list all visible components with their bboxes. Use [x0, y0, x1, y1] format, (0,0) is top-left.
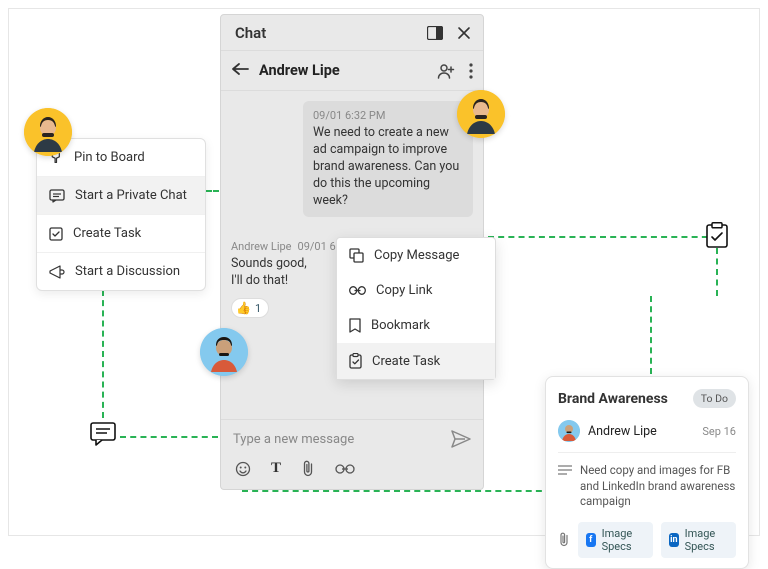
close-icon[interactable]: [457, 26, 471, 40]
chat-input-area: Type a new message T: [221, 419, 483, 489]
task-status-badge[interactable]: To Do: [693, 389, 736, 408]
menu-label: Pin to Board: [74, 150, 145, 165]
menu-item-create-task[interactable]: Create Task: [37, 214, 205, 252]
facebook-icon: f: [586, 533, 596, 547]
message-text: We need to create a new ad campaign to i…: [313, 125, 463, 209]
menu-label: Start a Discussion: [75, 264, 180, 279]
avatar: [558, 420, 580, 442]
menu-label: Copy Message: [374, 248, 459, 263]
send-icon[interactable]: [451, 430, 471, 448]
emoji-icon[interactable]: [235, 461, 251, 477]
link-icon[interactable]: [335, 464, 355, 474]
menu-label: Copy Link: [376, 283, 432, 298]
avatar: [200, 328, 248, 376]
chat-header: Andrew Lipe: [221, 51, 483, 91]
message-context-menu: Copy Message Copy Link Bookmark Create T…: [336, 237, 496, 380]
message-timestamp: 09/01 6:32 PM: [313, 109, 463, 122]
connector: [242, 490, 552, 492]
attachment-icon[interactable]: [301, 460, 315, 477]
task-description: Need copy and images for FB and LinkedIn…: [580, 463, 736, 510]
connector: [120, 436, 218, 438]
connector: [716, 248, 718, 296]
task-card[interactable]: Brand Awareness To Do Andrew Lipe Sep 16…: [545, 376, 749, 569]
linkedin-icon: in: [669, 533, 679, 547]
message-bubble-1[interactable]: 09/01 6:32 PM We need to create a new ad…: [303, 101, 473, 217]
attachment-chip-linkedin[interactable]: in Image Specs: [661, 522, 736, 558]
attachment-icon: [558, 532, 570, 547]
task-date: Sep 16: [702, 425, 736, 438]
menu-label: Create Task: [372, 354, 440, 369]
attachment-chip-fb[interactable]: f Image Specs: [578, 522, 653, 558]
user-context-menu: Pin to Board Start a Private Chat Create…: [36, 138, 206, 291]
avatar: [457, 90, 505, 138]
task-assignee: Andrew Lipe: [588, 424, 694, 439]
menu-label: Create Task: [73, 226, 141, 241]
reaction-count: 1: [255, 302, 261, 315]
message-author: Andrew Lipe: [231, 240, 292, 253]
chat-title: Chat: [235, 24, 266, 42]
menu-item-copy-message[interactable]: Copy Message: [337, 238, 495, 273]
chat-titlebar: Chat: [221, 15, 483, 51]
back-button[interactable]: [231, 62, 249, 80]
text-format-icon[interactable]: T: [271, 460, 281, 477]
menu-item-copy-link[interactable]: Copy Link: [337, 273, 495, 308]
more-vertical-icon[interactable]: [469, 63, 473, 79]
add-person-icon[interactable]: [437, 63, 455, 79]
connector: [488, 236, 718, 238]
dock-icon[interactable]: [427, 26, 443, 40]
connector: [102, 290, 104, 418]
message-text: Sounds good, I'll do that!: [231, 256, 321, 290]
connector: [650, 296, 652, 374]
task-title: Brand Awareness: [558, 391, 668, 407]
thumbs-up-icon: 👍: [236, 301, 251, 315]
chat-contact-name: Andrew Lipe: [259, 62, 427, 79]
message-input[interactable]: Type a new message: [233, 432, 451, 447]
task-node-icon: [706, 222, 728, 252]
menu-item-bookmark[interactable]: Bookmark: [337, 308, 495, 343]
description-icon: [558, 465, 572, 510]
menu-item-private-chat[interactable]: Start a Private Chat: [37, 176, 205, 214]
reaction-chip[interactable]: 👍 1: [231, 298, 269, 318]
menu-label: Start a Private Chat: [75, 188, 187, 203]
menu-item-create-task[interactable]: Create Task: [337, 343, 495, 379]
menu-label: Bookmark: [371, 318, 430, 333]
avatar: [24, 108, 72, 156]
chip-label: Image Specs: [602, 527, 645, 553]
chat-node-icon: [90, 422, 116, 450]
chip-label: Image Specs: [685, 527, 728, 553]
divider: [558, 452, 736, 453]
menu-item-discussion[interactable]: Start a Discussion: [37, 252, 205, 290]
